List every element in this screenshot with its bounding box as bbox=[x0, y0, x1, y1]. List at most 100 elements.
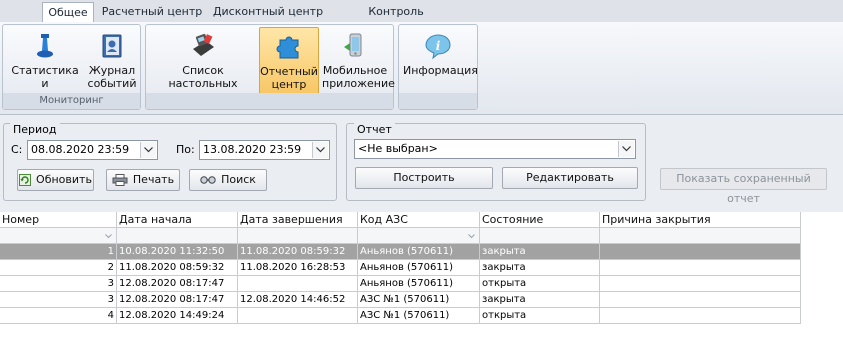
group-caption-monitoring: Мониторинг bbox=[3, 93, 140, 109]
cell-reason bbox=[600, 308, 801, 324]
column-header-reason[interactable]: Причина закрытия bbox=[600, 212, 801, 228]
cell-state: открыта bbox=[480, 308, 600, 324]
info-icon: i bbox=[425, 34, 451, 60]
cell-state: закрыта bbox=[480, 244, 600, 260]
event-journal-button[interactable]: Журнал событий bbox=[87, 27, 137, 95]
cell-state: закрыта bbox=[480, 292, 600, 308]
filter-cell-state[interactable] bbox=[480, 228, 600, 244]
cell-station: АЗС №1 (570611) bbox=[358, 292, 480, 308]
from-label: С: bbox=[11, 143, 23, 156]
cell-station: АЗС №1 (570611) bbox=[358, 308, 480, 324]
tab-tank-control[interactable]: Контроль резервуаров bbox=[332, 2, 460, 38]
cell-station: Аньянов (570611) bbox=[358, 276, 480, 292]
report-center-label: Отчетный центр bbox=[260, 65, 318, 91]
puzzle-icon bbox=[276, 36, 299, 59]
information-label: Информация bbox=[403, 64, 478, 77]
refresh-icon bbox=[19, 174, 32, 186]
filter-row bbox=[0, 228, 801, 244]
filter-cell-end[interactable] bbox=[238, 228, 358, 244]
tab-bar: Общее Расчетный центр Дисконтный центр К… bbox=[0, 0, 843, 38]
group-caption-terminals bbox=[146, 93, 393, 109]
build-report-label: Построить bbox=[393, 171, 455, 184]
cell-start: 12.08.2020 14:49:24 bbox=[117, 308, 238, 324]
column-header-state[interactable]: Состояние bbox=[480, 212, 600, 228]
refresh-button[interactable]: Обновить bbox=[17, 169, 94, 191]
chevron-down-icon bbox=[105, 234, 112, 239]
search-button[interactable]: Поиск bbox=[189, 169, 267, 191]
svg-text:i: i bbox=[436, 39, 441, 53]
build-report-button[interactable]: Построить bbox=[355, 167, 493, 189]
statistics-notifications-button[interactable]: Статистика и уведомления bbox=[6, 27, 84, 103]
cell-number: 3 bbox=[0, 276, 117, 292]
report-center-button[interactable]: Отчетный центр bbox=[259, 27, 319, 95]
cell-reason bbox=[600, 260, 801, 276]
show-saved-report-button[interactable]: Показать сохраненный отчет bbox=[660, 168, 827, 205]
information-button[interactable]: i Информация bbox=[403, 27, 478, 95]
report-select[interactable]: <Не выбран> bbox=[354, 139, 636, 159]
cell-reason bbox=[600, 276, 801, 292]
column-header-start[interactable]: Дата начала bbox=[117, 212, 238, 228]
table-row[interactable]: 1 10.08.2020 11:32:50 11.08.2020 08:59:3… bbox=[0, 244, 801, 260]
column-header-end[interactable]: Дата завершения bbox=[238, 212, 358, 228]
chevron-down-icon bbox=[468, 234, 475, 239]
date-to-value: 13.08.2020 23:59 bbox=[203, 143, 302, 156]
event-journal-label: Журнал событий bbox=[87, 64, 137, 90]
tab-billing-center[interactable]: Расчетный центр bbox=[100, 2, 204, 22]
cell-state: закрыта bbox=[480, 260, 600, 276]
journal-icon bbox=[102, 34, 122, 58]
print-button[interactable]: Печать bbox=[106, 169, 180, 191]
chevron-down-icon[interactable] bbox=[312, 142, 328, 158]
ribbon-group-terminals: Список настольных терминалов Отчетный це… bbox=[145, 24, 395, 110]
print-label: Печать bbox=[132, 173, 175, 186]
cell-end: 11.08.2020 16:28:53 bbox=[238, 260, 358, 276]
table-row[interactable]: 2 11.08.2020 08:59:32 11.08.2020 16:28:5… bbox=[0, 260, 801, 276]
filter-cell-station[interactable] bbox=[358, 228, 480, 244]
column-header-number[interactable]: Номер bbox=[0, 212, 117, 228]
report-title: Отчет bbox=[354, 123, 395, 136]
desktop-terminals-button[interactable]: Список настольных терминалов bbox=[150, 27, 256, 103]
ribbon-group-info: i Информация bbox=[398, 24, 478, 110]
group-caption-info bbox=[399, 93, 477, 109]
filter-cell-reason[interactable] bbox=[600, 228, 801, 244]
cell-station: Аньянов (570611) bbox=[358, 260, 480, 276]
mobile-app-button[interactable]: Мобильное приложение bbox=[322, 27, 395, 95]
tab-discount-center[interactable]: Дисконтный центр bbox=[210, 2, 326, 22]
cell-station: Аньянов (570611) bbox=[358, 244, 480, 260]
cell-number: 4 bbox=[0, 308, 117, 324]
date-from-picker[interactable]: 08.08.2020 23:59 bbox=[27, 140, 158, 160]
table-row[interactable]: 3 12.08.2020 08:17:47 Аньянов (570611) о… bbox=[0, 276, 801, 292]
filter-panel: Период С: 08.08.2020 23:59 По: 13.08.202… bbox=[0, 115, 843, 212]
cell-start: 12.08.2020 08:17:47 bbox=[117, 292, 238, 308]
show-saved-report-label: Показать сохраненный отчет bbox=[676, 172, 811, 205]
date-to-picker[interactable]: 13.08.2020 23:59 bbox=[199, 140, 330, 160]
cell-state: открыта bbox=[480, 276, 600, 292]
tab-general[interactable]: Общее bbox=[42, 2, 94, 22]
table-header: Номер Дата начала Дата завершения Код АЗ… bbox=[0, 212, 801, 228]
date-from-value: 08.08.2020 23:59 bbox=[31, 143, 130, 156]
mobile-app-label: Мобильное приложение bbox=[322, 64, 395, 90]
table-row[interactable]: 3 12.08.2020 08:17:47 12.08.2020 14:46:5… bbox=[0, 292, 801, 308]
cell-reason bbox=[600, 292, 801, 308]
search-label: Поиск bbox=[221, 173, 256, 186]
filter-cell-start[interactable] bbox=[117, 228, 238, 244]
cell-start: 11.08.2020 08:59:32 bbox=[117, 260, 238, 276]
cell-number: 2 bbox=[0, 260, 117, 276]
cell-start: 10.08.2020 11:32:50 bbox=[117, 244, 238, 260]
to-label: По: bbox=[176, 143, 195, 156]
table-row[interactable]: 4 12.08.2020 14:49:24 АЗС №1 (570611) от… bbox=[0, 308, 801, 324]
report-select-value: <Не выбран> bbox=[358, 142, 438, 155]
search-icon bbox=[200, 176, 216, 184]
chevron-down-icon[interactable] bbox=[618, 141, 634, 157]
cell-end: 12.08.2020 14:46:52 bbox=[238, 292, 358, 308]
column-header-station[interactable]: Код АЗС bbox=[358, 212, 480, 228]
period-title: Период bbox=[10, 123, 60, 136]
cell-number: 3 bbox=[0, 292, 117, 308]
refresh-label: Обновить bbox=[36, 173, 92, 186]
ribbon: Статистика и уведомления Журнал событий … bbox=[0, 22, 843, 115]
mobile-icon bbox=[344, 33, 362, 57]
cell-number: 1 bbox=[0, 244, 117, 260]
cell-end bbox=[238, 276, 358, 292]
edit-report-button[interactable]: Редактировать bbox=[502, 167, 638, 189]
filter-cell-number[interactable] bbox=[0, 228, 117, 244]
chevron-down-icon[interactable] bbox=[140, 142, 156, 158]
